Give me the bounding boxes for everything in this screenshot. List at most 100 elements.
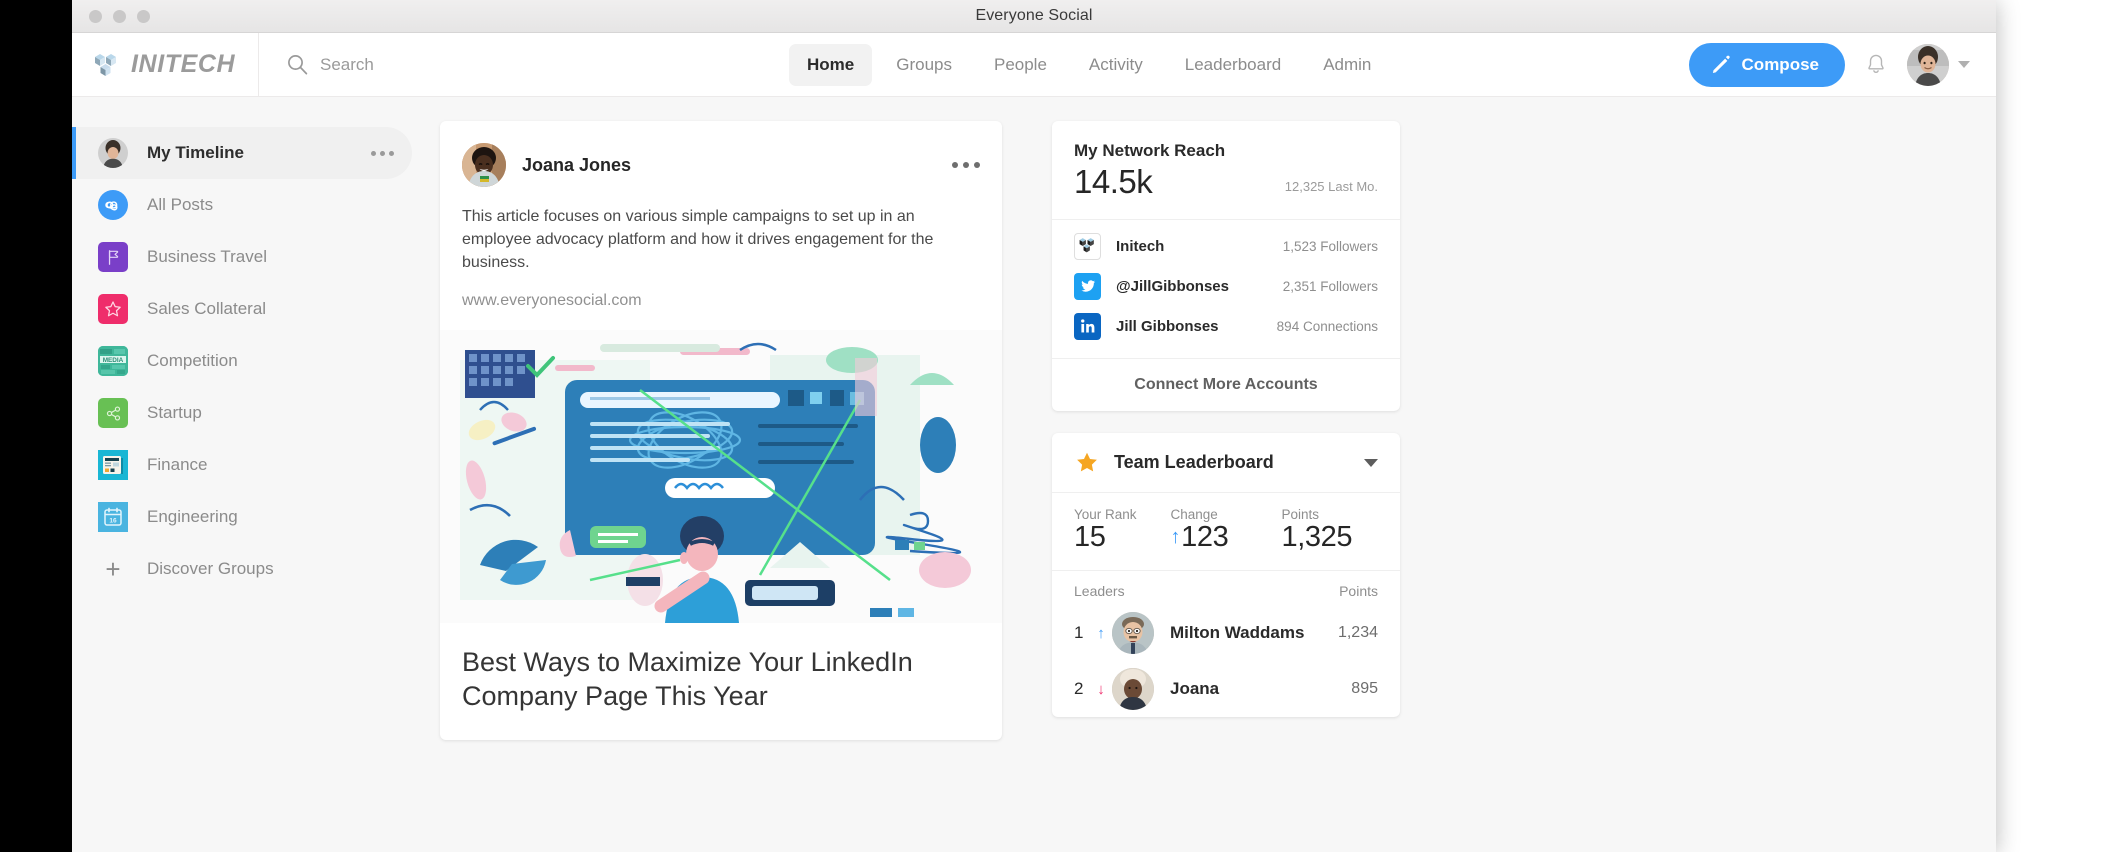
stat-label: Points — [1281, 507, 1320, 522]
window-title: Everyone Social — [975, 7, 1093, 24]
nav-link-groups[interactable]: Groups — [878, 44, 970, 86]
chevron-down-icon[interactable] — [1364, 458, 1378, 467]
team-leaderboard-card: Team Leaderboard Your Rank 15 Change ↑ 1… — [1052, 433, 1400, 717]
connect-more-accounts-button[interactable]: Connect More Accounts — [1052, 358, 1400, 411]
search-input[interactable] — [320, 54, 740, 75]
network-reach-values: 14.5k 12,325 Last Mo. — [1074, 163, 1378, 201]
initech-logo-icon — [95, 53, 116, 76]
sidebar-item-label: All Posts — [147, 195, 214, 214]
sidebar: My Timeline All Posts Business Travel Sa… — [72, 97, 440, 852]
sidebar-item-startup[interactable]: Startup — [72, 387, 412, 439]
sidebar-item-finance[interactable]: Finance — [72, 439, 412, 491]
nav-link-leaderboard[interactable]: Leaderboard — [1167, 44, 1299, 86]
sidebar-item-engineering[interactable]: 16 Engineering — [72, 491, 412, 543]
row-rank: 2 — [1074, 679, 1084, 698]
post-author-avatar — [462, 143, 506, 187]
sidebar-item-label: Business Travel — [147, 247, 267, 266]
post-more-icon[interactable] — [952, 162, 980, 168]
notification-bell-icon[interactable] — [1865, 53, 1887, 77]
post-card: Joana Jones This article focuses on vari… — [440, 121, 1002, 740]
stat-your-rank: Your Rank 15 — [1074, 507, 1171, 554]
nav-link-people[interactable]: People — [976, 44, 1065, 86]
star-icon — [98, 294, 128, 324]
post-article-title[interactable]: Best Ways to Maximize Your LinkedIn Comp… — [440, 623, 1002, 740]
search-area[interactable] — [259, 54, 779, 75]
row-name: Joana — [1170, 679, 1220, 698]
screen-root: Everyone Social INITECH Search Home Grou… — [0, 0, 2120, 852]
arrow-up-icon: ↑ — [1097, 624, 1105, 642]
user-avatar-icon — [98, 138, 128, 168]
network-reach-last-month: 12,325 Last Mo. — [1284, 179, 1378, 194]
leaderboard-title: Team Leaderboard — [1114, 452, 1274, 472]
sidebar-item-label: Startup — [147, 403, 202, 422]
stat-points: Points 1,325 — [1282, 507, 1379, 554]
stat-change: Change ↑ 123 — [1171, 507, 1282, 554]
sidebar-item-more-icon[interactable] — [371, 150, 412, 156]
account-meta: 2,351 Followers — [1282, 278, 1378, 294]
page-content: My Timeline All Posts Business Travel Sa… — [72, 97, 1996, 852]
leaderboard-row[interactable]: 2 ↓ Joana 895 — [1052, 661, 1400, 717]
row-points: 1,234 — [1337, 624, 1378, 641]
search-icon — [288, 55, 308, 75]
connected-accounts-list: Initech 1,523 Followers @JillGibbonses 2… — [1052, 219, 1400, 358]
nav-right-area: Compose — [1688, 42, 1996, 87]
compose-label: Compose — [1741, 54, 1819, 74]
leaderboard-column-headers: Leaders Points — [1052, 570, 1400, 605]
network-reach-title: My Network Reach — [1074, 141, 1226, 160]
column-points: Points — [1339, 583, 1378, 599]
account-name: @JillGibbonses — [1116, 277, 1229, 295]
sidebar-item-label: My Timeline — [147, 143, 244, 162]
sidebar-item-label: Discover Groups — [147, 559, 274, 578]
sidebar-item-label: Sales Collateral — [147, 299, 267, 318]
user-menu[interactable] — [1907, 43, 1970, 86]
account-name: Jill Gibbonses — [1116, 317, 1219, 335]
sidebar-item-discover-groups[interactable]: + Discover Groups — [72, 543, 412, 595]
account-name: Initech — [1116, 237, 1165, 255]
left-mat — [0, 0, 72, 852]
share-icon — [98, 398, 128, 428]
account-meta: 1,523 Followers — [1282, 238, 1378, 254]
brand-name: INITECH — [131, 50, 236, 78]
arrow-down-icon: ↓ — [1097, 680, 1105, 698]
network-reach-card: My Network Reach 14.5k 12,325 Last Mo. I… — [1052, 121, 1400, 411]
network-reach-header: My Network Reach 14.5k 12,325 Last Mo. — [1052, 121, 1400, 219]
sidebar-item-all-posts[interactable]: All Posts — [72, 179, 412, 231]
chevron-down-icon — [1958, 61, 1970, 68]
row-avatar — [1112, 668, 1154, 710]
sidebar-item-label: Engineering — [147, 507, 238, 526]
stat-value: 123 — [1181, 521, 1229, 553]
nav-link-home[interactable]: Home — [789, 43, 873, 86]
post-header: Joana Jones — [440, 121, 1002, 187]
stat-label: Change — [1170, 507, 1218, 522]
account-meta: 894 Connections — [1276, 318, 1378, 334]
column-leaders: Leaders — [1074, 583, 1125, 599]
right-rail: My Network Reach 14.5k 12,325 Last Mo. I… — [1052, 97, 1452, 852]
window-titlebar: Everyone Social — [72, 0, 1996, 33]
post-author-name: Joana Jones — [522, 154, 632, 175]
sidebar-item-business-travel[interactable]: Business Travel — [72, 231, 412, 283]
feed-column: Joana Jones This article focuses on vari… — [440, 97, 1052, 852]
top-navigation: INITECH Home Groups People Activity Lead… — [72, 32, 1996, 97]
sidebar-item-my-timeline[interactable]: My Timeline — [72, 127, 412, 179]
user-avatar — [1907, 43, 1949, 86]
sidebar-item-label: Finance — [147, 455, 208, 474]
svg-text:MEDIA: MEDIA — [103, 357, 124, 364]
account-row-linkedin[interactable]: Jill Gibbonses 894 Connections — [1074, 306, 1378, 346]
arrow-up-icon: ↑ — [1170, 526, 1181, 548]
nav-link-activity[interactable]: Activity — [1071, 44, 1161, 86]
flag-icon — [98, 242, 128, 272]
account-row-twitter[interactable]: @JillGibbonses 2,351 Followers — [1074, 266, 1378, 306]
brand-logo-area[interactable]: INITECH — [72, 32, 259, 97]
social-media-tile-icon: MEDIA — [98, 346, 128, 376]
pencil-icon — [1712, 55, 1730, 73]
account-row-initech[interactable]: Initech 1,523 Followers — [1074, 226, 1378, 266]
row-points: 895 — [1351, 680, 1378, 697]
post-link-url[interactable]: www.everyonesocial.com — [440, 275, 1002, 330]
browser-window: Everyone Social INITECH Search Home Grou… — [72, 0, 1996, 852]
sidebar-item-competition[interactable]: MEDIA Competition — [72, 335, 412, 387]
compose-button[interactable]: Compose — [1688, 42, 1845, 87]
sidebar-item-sales-collateral[interactable]: Sales Collateral — [72, 283, 412, 335]
leaderboard-row[interactable]: 1 ↑ Milton Waddams 1,234 — [1052, 605, 1400, 661]
network-reach-value: 14.5k — [1074, 163, 1153, 200]
nav-link-admin[interactable]: Admin — [1305, 44, 1389, 86]
